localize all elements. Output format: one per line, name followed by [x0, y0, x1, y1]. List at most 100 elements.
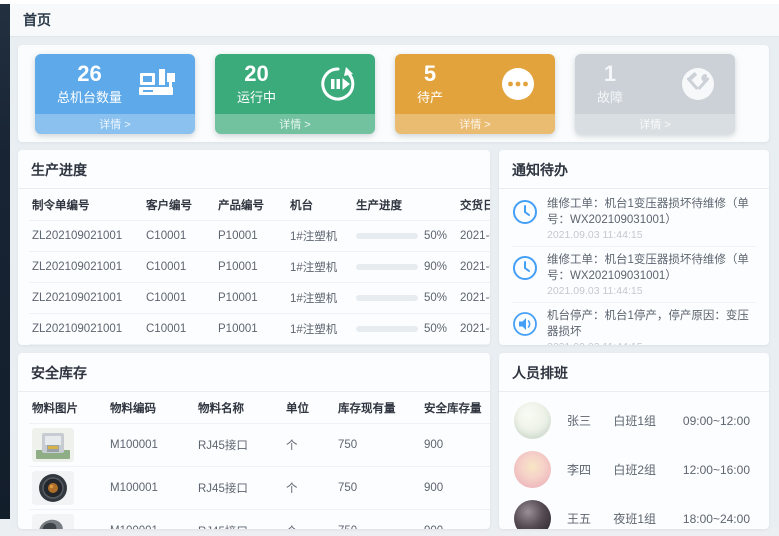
- item-code-cell: M100001: [107, 467, 195, 510]
- production-table-row: ZL202109021001C10001P100011#注塑机50%2021-0…: [29, 221, 490, 252]
- cone-speaker-photo: [32, 514, 104, 529]
- notification-item[interactable]: 机台停产：机台1停产，停产原因：变压器损坏2021.09.03 11:44:15: [512, 303, 756, 345]
- customer-no-cell: C10001: [143, 252, 215, 283]
- progress-percent: 50%: [424, 292, 447, 304]
- col-product-no: 产品编号: [215, 189, 287, 221]
- delivery-date-cell: 2021-09-10: [457, 345, 490, 346]
- progress-cell: 50%: [353, 221, 457, 252]
- personnel-schedule-title: 人员排班: [499, 353, 769, 392]
- stat-cards-panel: 26 总机台数量: [18, 45, 769, 142]
- round-speaker-photo: [32, 471, 104, 505]
- item-unit-cell: 个: [283, 467, 335, 510]
- item-safety-cell: 900: [421, 467, 490, 510]
- avatar: [514, 500, 551, 529]
- delivery-date-cell: 2021-09-10: [457, 314, 490, 345]
- item-stock-cell: 750: [335, 510, 421, 530]
- safety-stock-panel: 安全库存 物料图片 物料编码 物料名称 单位 库存现有量 安全库存量 M1000…: [18, 353, 490, 529]
- customer-no-cell: C10001: [143, 345, 215, 346]
- notification-text: 维修工单：机台1变压器损坏待维修（单号：WX202109031001）: [547, 197, 756, 228]
- progress-bar: [356, 295, 418, 301]
- safety-stock-title: 安全库存: [18, 353, 490, 392]
- item-name-cell: RJ45接口: [195, 424, 283, 467]
- inventory-table-row: M100001RJ45接口个750900: [29, 424, 490, 467]
- stat-card-body: 1 故障: [575, 54, 735, 114]
- ellipsis-icon: [499, 65, 537, 103]
- notification-body: 机台停产：机台1停产，停产原因：变压器损坏2021.09.03 11:44:15: [547, 309, 756, 345]
- order-no-cell: ZL202109021001: [29, 314, 143, 345]
- customer-no-cell: C10001: [143, 221, 215, 252]
- progress-percent: 50%: [424, 230, 447, 242]
- clock-icon: [512, 197, 538, 241]
- rj45-connector-photo: [32, 428, 104, 462]
- speaker-icon: [512, 309, 538, 345]
- col-unit: 单位: [283, 392, 335, 424]
- sidebar-edge[interactable]: [0, 4, 10, 519]
- notification-timestamp: 2021.09.03 11:44:15: [547, 285, 756, 297]
- running-detail-link[interactable]: 详情 >: [215, 114, 375, 134]
- shift-time: 12:00~16:00: [683, 463, 754, 477]
- item-safety-cell: 900: [421, 424, 490, 467]
- product-no-cell: P10001: [215, 221, 287, 252]
- item-image-cell: [29, 510, 107, 530]
- production-table-row: ZL202109021001C10001P100011#注塑机50%2021-0…: [29, 283, 490, 314]
- inventory-header-row: 物料图片 物料编码 物料名称 单位 库存现有量 安全库存量: [29, 392, 490, 424]
- schedule-row: 王五夜班1组18:00~24:00: [514, 494, 754, 529]
- progress-bar: [356, 264, 418, 270]
- item-stock-cell: 750: [335, 467, 421, 510]
- person-name: 李四: [567, 461, 613, 478]
- production-progress-panel: 生产进度 制令单编号 客户编号 产品编号 机台 生产进度 交货日期 ZL2021…: [18, 150, 490, 345]
- notification-body: 维修工单：机台1变压器损坏待维修（单号：WX202109031001）2021.…: [547, 253, 756, 297]
- col-safety-qty: 安全库存量: [421, 392, 490, 424]
- person-name: 王五: [567, 510, 613, 527]
- avatar: [514, 451, 551, 488]
- col-customer-no: 客户编号: [143, 189, 215, 221]
- delivery-date-cell: 2021-09-10: [457, 252, 490, 283]
- order-no-cell: ZL202109021001: [29, 345, 143, 346]
- machine-cell: 1#注塑机: [287, 345, 353, 346]
- stat-card-running[interactable]: 20 运行中 详情 >: [215, 54, 375, 134]
- stat-card-fault[interactable]: 1 故障 详情 >: [575, 54, 735, 134]
- notification-item[interactable]: 维修工单：机台1变压器损坏待维修（单号：WX202109031001）2021.…: [512, 247, 756, 303]
- inventory-table-row: M100001RJ45接口个750900: [29, 467, 490, 510]
- delivery-date-cell: 2021-09-10: [457, 283, 490, 314]
- stat-card-body: 5 待产: [395, 54, 555, 114]
- dashboard-content: 26 总机台数量: [10, 37, 779, 529]
- item-image-cell: [29, 467, 107, 510]
- col-item-name: 物料名称: [195, 392, 283, 424]
- machine-cell: 1#注塑机: [287, 314, 353, 345]
- stat-card-text: 26 总机台数量: [57, 61, 122, 105]
- notification-item[interactable]: 维修工单：机台1变压器损坏待维修（单号：WX202109031001）2021.…: [512, 191, 756, 247]
- total-machines-detail-link[interactable]: 详情 >: [35, 114, 195, 134]
- pending-value: 5: [417, 61, 443, 86]
- stat-card-body: 26 总机台数量: [35, 54, 195, 114]
- tab-home[interactable]: 首页: [23, 10, 51, 30]
- item-unit-cell: 个: [283, 510, 335, 530]
- total-machines-value: 26: [57, 61, 122, 86]
- stat-card-text: 20 运行中: [237, 61, 276, 105]
- notifications-list: 维修工单：机台1变压器损坏待维修（单号：WX202109031001） 2021.…: [499, 189, 769, 345]
- progress-bar: [356, 326, 418, 332]
- machine-cell: 1#注塑机: [287, 221, 353, 252]
- schedule-list: 张三白班1组09:00~12:00李四白班2组12:00~16:00王五夜班1组…: [499, 392, 769, 529]
- pending-detail-link[interactable]: 详情 >: [395, 114, 555, 134]
- progress-bar: [356, 233, 418, 239]
- col-order-no: 制令单编号: [29, 189, 143, 221]
- running-value: 20: [237, 61, 276, 86]
- production-table: 制令单编号 客户编号 产品编号 机台 生产进度 交货日期 ZL202109021…: [29, 189, 490, 345]
- stat-card-pending[interactable]: 5 待产 详情 >: [395, 54, 555, 134]
- fault-detail-link[interactable]: 详情 >: [575, 114, 735, 134]
- item-stock-cell: 750: [335, 424, 421, 467]
- running-icon: [319, 65, 357, 103]
- col-item-image: 物料图片: [29, 392, 107, 424]
- customer-no-cell: C10001: [143, 283, 215, 314]
- progress-cell: 50%: [353, 283, 457, 314]
- item-unit-cell: 个: [283, 424, 335, 467]
- main-window: 首页 26 总机台数量: [10, 4, 779, 528]
- progress-percent: 50%: [424, 323, 447, 335]
- item-code-cell: M100001: [107, 424, 195, 467]
- inventory-table-row: M100001RJ45接口个750900: [29, 510, 490, 530]
- fault-label: 故障: [597, 87, 623, 106]
- fault-value: 1: [597, 61, 623, 86]
- item-name-cell: RJ45接口: [195, 510, 283, 530]
- stat-card-total-machines[interactable]: 26 总机台数量: [35, 54, 195, 134]
